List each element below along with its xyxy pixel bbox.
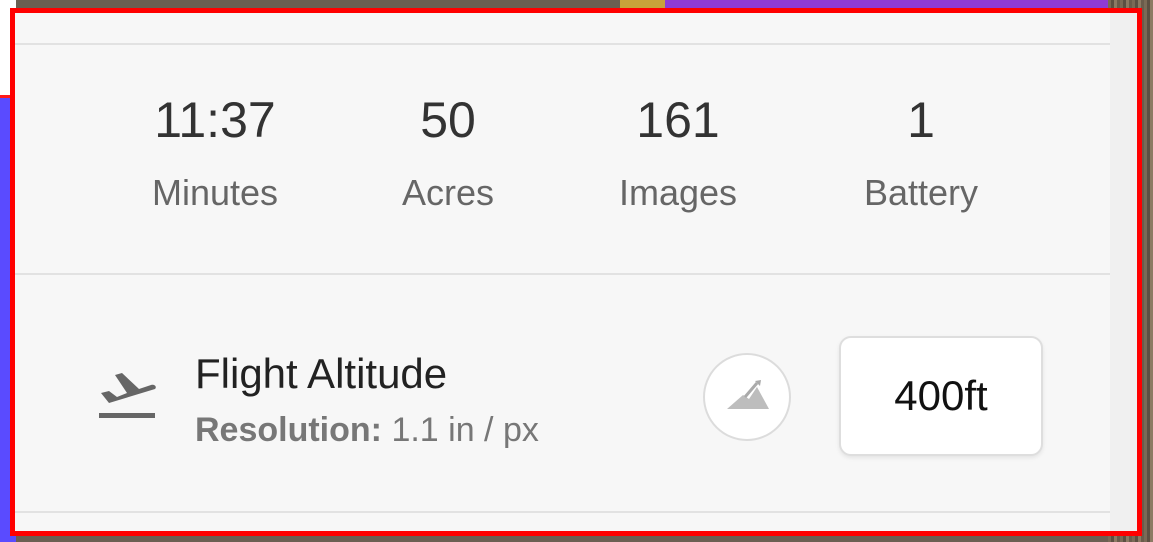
panel-edge-strip [1110,13,1137,531]
stat-images-value: 161 [636,92,720,148]
flight-altitude-row: Flight Altitude Resolution: 1.1 in / px … [15,333,1110,463]
stat-minutes-label: Minutes [151,172,279,213]
stat-acres-value: 50 [420,92,476,148]
flight-stats: 11:37 Minutes 50 Acres 161 Images 1 Batt… [15,95,1110,235]
stat-battery: 1 Battery [811,95,1031,211]
stat-battery-label: Battery [863,172,979,213]
resolution-label: Resolution: [195,411,382,449]
stat-acres: 50 Acres [338,95,558,211]
resolution-value: 1.1 in / px [391,411,539,449]
terrain-follow-button[interactable] [703,353,791,441]
terrain-mountain-icon [727,380,769,409]
divider-top [15,43,1110,45]
divider-bottom [15,511,1110,513]
flight-summary-panel: 11:37 Minutes 50 Acres 161 Images 1 Batt… [10,8,1142,536]
divider-middle [15,273,1110,275]
stat-images: 161 Images [568,95,788,211]
stat-battery-value: 1 [907,92,935,148]
stat-minutes: 11:37 Minutes [105,95,325,211]
stat-minutes-value: 11:37 [154,92,276,148]
takeoff-plane-icon [95,363,159,423]
stat-acres-label: Acres [401,172,495,213]
resolution-text: Resolution: 1.1 in / px [195,413,539,447]
altitude-input[interactable]: 400ft [839,336,1043,456]
flight-altitude-title: Flight Altitude [195,350,448,397]
stat-images-label: Images [618,172,738,213]
